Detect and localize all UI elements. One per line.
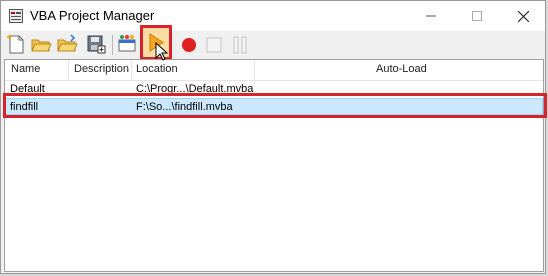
list-header: Name Description Location Auto-Load [5, 60, 543, 81]
load-project-button[interactable] [56, 33, 78, 55]
close-button[interactable] [500, 1, 546, 31]
column-header-location[interactable]: Location [136, 63, 178, 75]
vba-project-manager-window: VBA Project Manager Name Description Loc… [0, 0, 547, 274]
load-folder-icon [57, 34, 78, 52]
project-list[interactable]: Name Description Location Auto-Load Defa… [4, 59, 544, 272]
app-icon [9, 9, 23, 23]
toolbar [1, 31, 545, 59]
pause-recording-button[interactable] [229, 34, 251, 56]
window-title: VBA Project Manager [30, 8, 155, 23]
maximize-icon [472, 11, 482, 21]
minimize-button[interactable] [408, 1, 454, 31]
column-divider[interactable] [131, 60, 132, 80]
new-document-icon [7, 34, 24, 54]
column-divider[interactable] [68, 60, 69, 80]
column-header-description[interactable]: Description [74, 63, 129, 75]
save-as-icon [87, 35, 106, 54]
record-macro-button[interactable] [178, 34, 200, 56]
open-folder-icon [31, 39, 52, 52]
close-icon [517, 10, 529, 22]
toolbar-separator [112, 35, 113, 55]
minimize-icon [426, 15, 436, 17]
vba-editor-button[interactable] [116, 33, 138, 55]
open-project-button[interactable] [30, 33, 52, 55]
column-divider[interactable] [254, 60, 255, 80]
save-project-button[interactable] [85, 33, 107, 55]
mouse-cursor-icon [155, 42, 169, 61]
maximize-button[interactable] [454, 1, 500, 31]
new-project-button[interactable] [5, 33, 27, 55]
stop-recording-button[interactable] [203, 34, 225, 56]
vba-editor-icon [118, 35, 136, 52]
selection-highlight-frame [3, 93, 547, 118]
pause-icon [233, 36, 247, 54]
stop-icon [206, 37, 222, 53]
column-header-name[interactable]: Name [11, 63, 40, 75]
column-header-auto-load[interactable]: Auto-Load [376, 63, 427, 75]
title-bar: VBA Project Manager [1, 1, 545, 31]
record-icon [182, 38, 196, 52]
